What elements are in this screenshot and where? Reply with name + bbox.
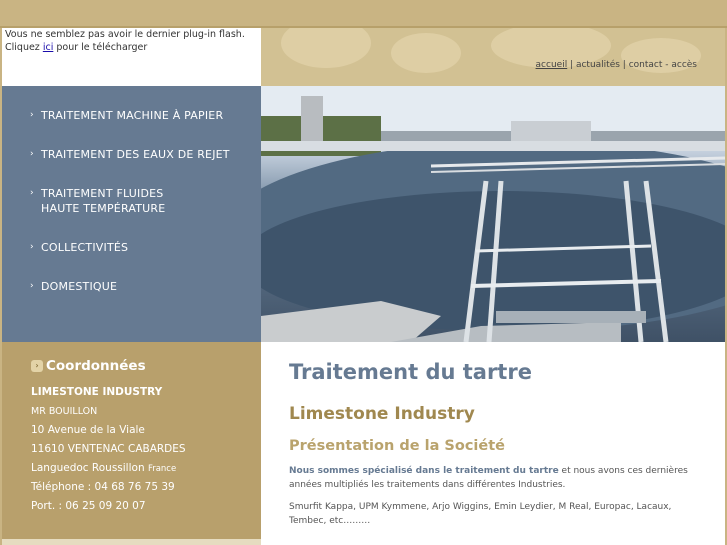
nav-item-label: DOMESTIQUE [41,280,118,293]
nav-item-label-line1: TRAITEMENT FLUIDES [41,187,164,200]
chevron-right-icon: › [30,242,34,252]
address-line2: 11610 VENTENAC CABARDES [31,443,186,455]
company-heading: Limestone Industry [289,404,475,424]
region: Languedoc Roussillon [31,462,145,474]
top-links: accueil | actualités | contact - accès [536,60,697,70]
water-treatment-photo [261,86,725,342]
nav-item-eaux-rejet[interactable]: › TRAITEMENT DES EAUX DE REJET [2,147,261,186]
clients-paragraph: Smurfit Kappa, UPM Kymmene, Arjo Wiggins… [289,502,672,526]
chevron-right-icon: › [31,360,43,372]
main-content: Traitement du tartre Limestone Industry … [261,342,725,545]
chevron-right-icon: › [30,188,34,198]
coordinates-title: Coordonnées [46,358,146,374]
phone-number: Téléphone : 04 68 76 75 39 [31,481,175,493]
link-contact[interactable]: contact - accès [629,60,697,70]
nav-item-label: COLLECTIVITÉS [41,241,129,254]
contact-name: MR BOUILLON [31,406,98,417]
mobile-number: Port. : 06 25 09 20 07 [31,500,146,512]
link-accueil[interactable]: accueil [536,60,568,70]
country: France [147,464,177,474]
address-region: Languedoc Roussillon France [31,462,261,474]
company-name: LIMESTONE INDUSTRY [31,386,163,398]
nav-item-collectivites[interactable]: › COLLECTIVITÉS [2,240,261,279]
link-actualites[interactable]: actualités [576,60,620,70]
nav-item-label: TRAITEMENT MACHINE À PAPIER [41,109,224,122]
nav-item-label-line2: HAUTE TEMPÉRATURE [41,202,166,215]
page-title: Traitement du tartre [289,360,532,384]
coordinates-heading: › Coordonnées [31,358,261,374]
chevron-right-icon: › [30,281,34,291]
coordinates-panel: › Coordonnées LIMESTONE INDUSTRY MR BOUI… [2,342,261,545]
chevron-right-icon: › [30,149,34,159]
intro-bold: Nous sommes spécialisé dans le traitemen… [289,466,559,476]
flash-download-link[interactable]: ici [43,42,54,53]
link-separator: | [567,60,576,70]
nav-item-machine-papier[interactable]: › TRAITEMENT MACHINE À PAPIER [2,108,261,147]
panel-divider [2,539,261,545]
intro-paragraph: Nous sommes spécialisé dans le traitemen… [289,464,699,492]
header-banner: accueil | actualités | contact - accès [261,28,725,86]
nav-item-domestique[interactable]: › DOMESTIQUE [2,279,261,318]
nav-item-fluides[interactable]: › TRAITEMENT FLUIDES HAUTE TEMPÉRATURE [2,186,261,240]
nav-item-label: TRAITEMENT FLUIDES HAUTE TEMPÉRATURE [41,186,165,216]
link-separator: | [619,60,629,70]
nav-item-label: TRAITEMENT DES EAUX DE REJET [41,148,230,161]
section-heading: Présentation de la Société [289,438,505,454]
flash-notice: Vous ne semblez pas avoir le dernier plu… [2,28,261,86]
flash-notice-text-end: pour le télécharger [53,42,148,53]
hero-photo [261,86,725,342]
sidebar-nav: › TRAITEMENT MACHINE À PAPIER › TRAITEME… [2,86,261,342]
chevron-right-icon: › [30,110,34,120]
address-line1: 10 Avenue de la Viale [31,424,145,436]
